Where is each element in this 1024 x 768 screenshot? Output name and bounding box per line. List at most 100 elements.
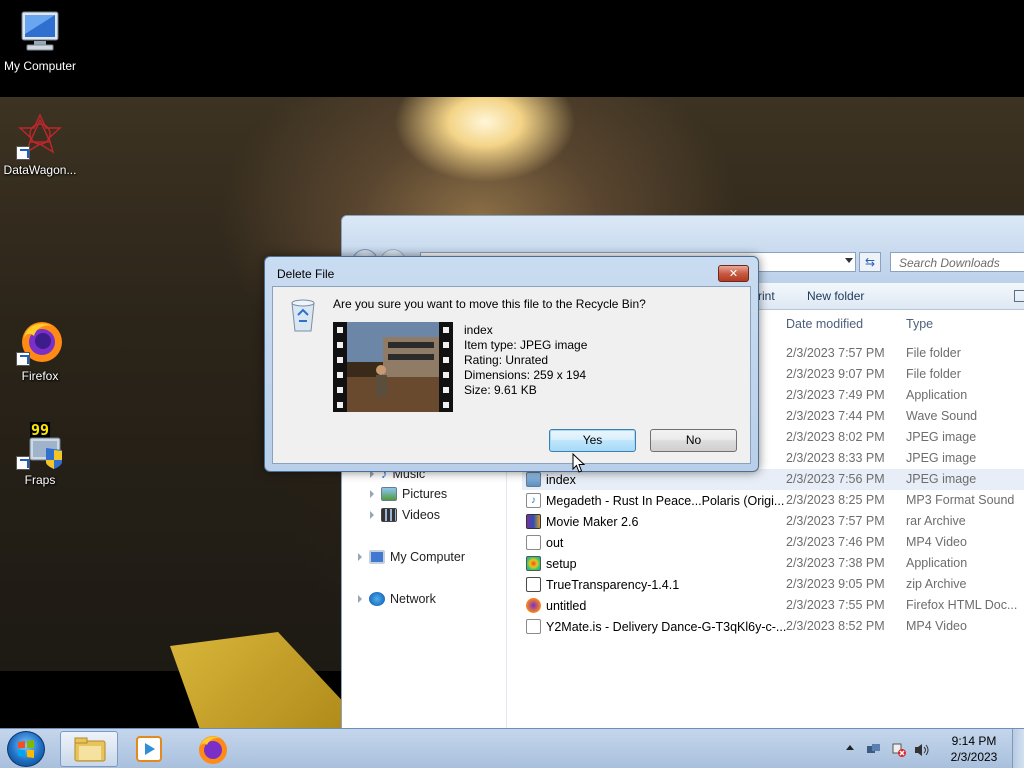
windows-logo-icon <box>18 740 34 758</box>
video-file-icon <box>526 619 541 634</box>
file-row[interactable]: Movie Maker 2.6 2/3/2023 7:57 PM rar Arc… <box>522 511 1024 532</box>
file-name: out <box>526 535 563 550</box>
file-name-text: TrueTransparency-1.4.1 <box>546 577 680 592</box>
refresh-button[interactable]: ⇆ <box>859 252 881 272</box>
nav-label: Pictures <box>402 487 448 501</box>
rar-archive-icon <box>526 514 541 529</box>
desktop-icon-fraps[interactable]: 99 Fraps <box>0 422 80 487</box>
file-type: JPEG image <box>906 472 977 486</box>
desktop-icon-datawagon[interactable]: DataWagon... <box>0 112 80 177</box>
nav-item-videos[interactable]: Videos <box>370 508 440 522</box>
file-name: index <box>526 472 576 487</box>
file-type: Application <box>906 556 968 570</box>
file-type: Firefox HTML Doc... <box>906 598 1018 612</box>
detail-item-type: Item type: JPEG image <box>464 338 588 352</box>
network-icon <box>369 592 385 606</box>
dialog-body: Are you sure you want to move this file … <box>272 286 751 464</box>
file-name-text: out <box>546 535 564 550</box>
file-type: JPEG image <box>906 430 977 444</box>
detail-name: index <box>464 323 493 337</box>
file-row-selected[interactable]: index 2/3/2023 7:56 PM JPEG image <box>522 469 1024 490</box>
file-date: 2/3/2023 7:46 PM <box>786 535 885 549</box>
file-name-text: index <box>546 472 576 487</box>
print-button[interactable]: rint <box>758 289 775 303</box>
taskbar-firefox[interactable] <box>183 731 241 767</box>
file-type: MP3 Format Sound <box>906 493 1015 507</box>
nav-label: My Computer <box>390 550 466 564</box>
delete-file-dialog[interactable]: Delete File ✕ Are you sure you want to m… <box>264 256 759 472</box>
new-folder-button[interactable]: New folder <box>807 289 864 303</box>
zip-archive-icon <box>526 577 541 592</box>
desktop-icon-label: My Computer <box>3 59 77 73</box>
nav-label: Videos <box>402 508 440 522</box>
desktop-icon-label: Fraps <box>24 473 56 487</box>
recycle-bin-icon <box>289 297 317 333</box>
expand-arrow-icon[interactable] <box>358 595 362 603</box>
expand-arrow-icon[interactable] <box>370 490 374 498</box>
image-thumbnail <box>333 322 453 412</box>
file-date: 2/3/2023 7:49 PM <box>786 388 885 402</box>
file-name-text: setup <box>546 556 577 571</box>
file-row[interactable]: TrueTransparency-1.4.1 2/3/2023 9:05 PM … <box>522 574 1024 595</box>
file-row[interactable]: ♪ Megadeth - Rust In Peace...Polaris (Or… <box>522 490 1024 511</box>
mouse-cursor-icon <box>572 452 586 473</box>
firefox-icon <box>199 736 227 764</box>
file-row[interactable]: Y2Mate.is - Delivery Dance-G-T3qKl6y-c-.… <box>522 616 1024 637</box>
file-name-text: Megadeth - Rust In Peace...Polaris (Orig… <box>546 493 785 508</box>
dialog-title: Delete File <box>277 267 335 281</box>
file-row[interactable]: out 2/3/2023 7:46 PM MP4 Video <box>522 532 1024 553</box>
audio-file-icon: ♪ <box>526 493 541 508</box>
file-type: MP4 Video <box>906 619 967 633</box>
network-tray-icon[interactable] <box>866 743 880 755</box>
file-row[interactable]: untitled 2/3/2023 7:55 PM Firefox HTML D… <box>522 595 1024 616</box>
expand-arrow-icon[interactable] <box>358 553 362 561</box>
file-name: TrueTransparency-1.4.1 <box>526 577 679 592</box>
desktop-icon-label: Firefox <box>21 369 59 383</box>
action-center-icon[interactable] <box>891 743 906 757</box>
clock-time[interactable]: 9:14 PM <box>946 734 1002 748</box>
nav-item-network[interactable]: Network <box>358 592 436 606</box>
fraps-icon: 99 <box>16 422 64 470</box>
taskbar-media-player[interactable] <box>120 731 178 767</box>
search-input[interactable]: Search Downloads <box>890 252 1024 272</box>
nav-item-my-computer[interactable]: My Computer <box>358 550 465 564</box>
file-type: Application <box>906 388 968 402</box>
computer-icon <box>369 550 385 564</box>
show-desktop-button[interactable] <box>1012 729 1024 768</box>
column-header-date[interactable]: Date modified <box>786 311 863 335</box>
desktop-icon-label: DataWagon... <box>3 163 77 177</box>
pictures-icon <box>381 487 397 501</box>
column-header-type[interactable]: Type <box>906 311 933 335</box>
video-file-icon <box>526 535 541 550</box>
volume-icon[interactable] <box>914 743 929 756</box>
close-button[interactable]: ✕ <box>718 265 749 282</box>
nav-item-pictures[interactable]: Pictures <box>370 487 447 501</box>
file-date: 2/3/2023 8:02 PM <box>786 430 885 444</box>
taskbar-explorer[interactable] <box>60 731 118 767</box>
file-date: 2/3/2023 7:44 PM <box>786 409 885 423</box>
clock-date[interactable]: 2/3/2023 <box>946 750 1002 764</box>
no-button[interactable]: No <box>650 429 737 452</box>
desktop-icon-my-computer[interactable]: My Computer <box>0 8 80 73</box>
nav-label: Network <box>390 592 436 606</box>
file-name-text: untitled <box>546 598 587 613</box>
file-date: 2/3/2023 7:57 PM <box>786 346 885 360</box>
start-button[interactable] <box>7 731 45 767</box>
yes-button[interactable]: Yes <box>549 429 636 452</box>
file-type: Wave Sound <box>906 409 978 423</box>
file-name: Movie Maker 2.6 <box>526 514 638 529</box>
file-name: untitled <box>526 598 586 613</box>
chevron-down-icon[interactable] <box>845 258 853 263</box>
desktop-icon-firefox[interactable]: Firefox <box>0 318 80 383</box>
shortcut-arrow-icon <box>16 456 30 470</box>
expand-arrow-icon[interactable] <box>370 511 374 519</box>
image-file-icon <box>526 472 541 487</box>
file-row[interactable]: setup 2/3/2023 7:38 PM Application <box>522 553 1024 574</box>
folder-icon <box>74 737 106 762</box>
view-options-icon[interactable] <box>1014 290 1024 302</box>
file-date: 2/3/2023 7:38 PM <box>786 556 885 570</box>
detail-size: Size: 9.61 KB <box>464 383 537 397</box>
show-hidden-icons-icon[interactable] <box>846 745 854 750</box>
datawagon-icon <box>16 112 64 160</box>
file-name-text: Y2Mate.is - Delivery Dance-G-T3qKl6y-c-.… <box>546 619 787 634</box>
